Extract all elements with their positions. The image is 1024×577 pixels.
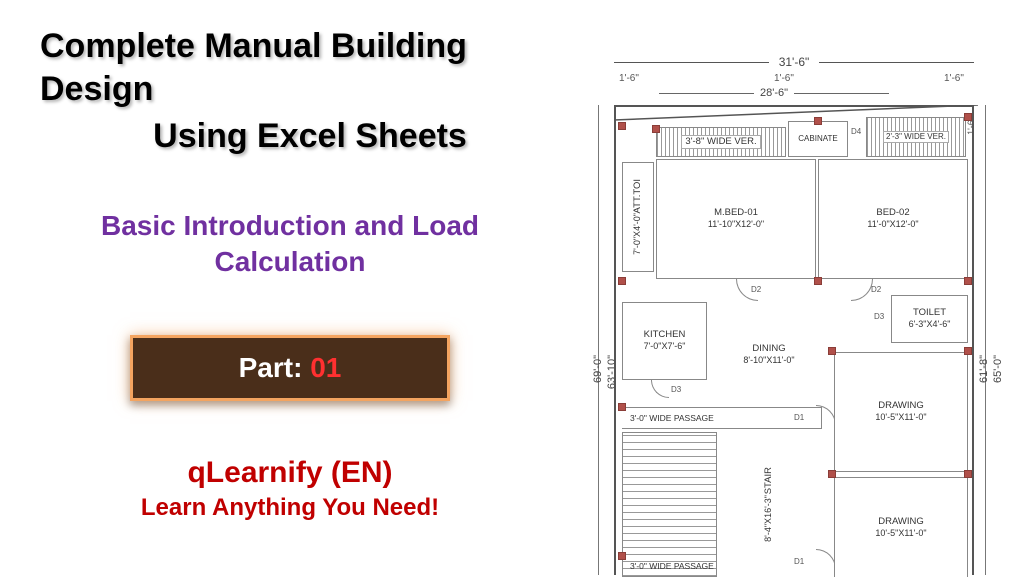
room-dining: DINING 8'-10"X11'-0" (709, 302, 829, 407)
right-dim-line (985, 105, 986, 575)
toilet-dim: 6'-3"X4'-6" (909, 319, 951, 330)
plan-frame: 3'-8" WIDE VER. CABINATE 2'-3" WIDE VER.… (614, 105, 974, 575)
ver1-label: 3'-8" WIDE VER. (681, 135, 760, 149)
room-kitchen: KITCHEN 7'-0"X7'-6" (622, 302, 707, 380)
column (814, 117, 822, 125)
room-drawing-2: DRAWING 10'-5"X11'-0" (834, 477, 968, 577)
kitchen-name: KITCHEN (644, 329, 686, 341)
room-stair-label: STAIR 8'-4"X16'-3" (719, 432, 819, 577)
toilet-name: TOILET (913, 307, 946, 319)
drawing1-dim: 10'-5"X11'-0" (875, 412, 926, 423)
door-d2-b: D2 (871, 285, 881, 294)
door-arc-d1a (816, 405, 836, 425)
column (652, 125, 660, 133)
brand-name: qLearnify (EN) (40, 456, 540, 490)
brand-tagline: Learn Anything You Need! (40, 494, 540, 522)
room-mbed01: M.BED-01 11'-10"X12'-0" (656, 159, 816, 279)
main-title-line2: Using Excel Sheets (40, 115, 540, 158)
dining-name: DINING (752, 343, 785, 355)
kitchen-dim: 7'-0"X7'-6" (644, 341, 686, 352)
dim-left-outer: 69'-0" (592, 355, 604, 383)
dining-dim: 8'-10"X11'-0" (743, 355, 794, 366)
door-d3-b: D3 (874, 312, 884, 321)
door-arc-2 (851, 279, 873, 301)
column (964, 470, 972, 478)
column (964, 347, 972, 355)
room-drawing-1: DRAWING 10'-5"X11'-0" (834, 352, 968, 472)
ver2-label: 2'-3" WIDE VER. (883, 131, 949, 143)
part-badge: Part: 01 (130, 335, 450, 401)
dim-seg-left: 1'-6" (619, 73, 639, 84)
dim-seg-mid: 1'-6" (774, 73, 794, 84)
passage1-label: 3'-0" WIDE PASSAGE (630, 413, 714, 424)
drawing1-name: DRAWING (878, 400, 924, 412)
bed02-dim: 11'-0"X12'-0" (867, 219, 918, 230)
dim-right-inner: 61'-8" (978, 355, 990, 383)
part-number: 01 (310, 352, 341, 383)
room-cabinate: CABINATE (788, 121, 848, 157)
column (618, 403, 626, 411)
door-d3-a: D3 (671, 385, 681, 394)
door-arc-1 (736, 279, 758, 301)
passage2-label: 3'-0" WIDE PASSAGE (630, 561, 714, 571)
column (618, 552, 626, 560)
drawing2-dim: 10'-5"X11'-0" (875, 528, 926, 539)
bed02-name: BED-02 (876, 207, 909, 219)
room-verandah-2: 2'-3" WIDE VER. (866, 117, 966, 157)
door-arc-kitchen (651, 380, 669, 398)
room-bed02: BED-02 11'-0"X12'-0" (818, 159, 968, 279)
main-title-line1: Complete Manual Building Design (40, 25, 540, 110)
left-dim-line (598, 105, 599, 575)
room-verandah-1: 3'-8" WIDE VER. (656, 127, 786, 157)
door-d4-a: D4 (851, 127, 861, 136)
column (964, 113, 972, 121)
dim-inner-width: 28'-6" (659, 87, 889, 99)
door-arc-d1b (816, 549, 836, 569)
column (828, 470, 836, 478)
column (828, 347, 836, 355)
mbed01-dim: 11'-10"X12'-0" (708, 219, 764, 230)
drawing2-name: DRAWING (878, 516, 924, 528)
room-stair-steps (622, 432, 717, 577)
floor-plan: 31'-6" 1'-6" 1'-6" 1'-6" 28'-6" 69'-0" 6… (564, 45, 1014, 575)
door-d1-b: D1 (794, 557, 804, 566)
part-label: Part: (239, 352, 311, 383)
att-toi-dim: 7'-0"X4'-0" (632, 213, 643, 255)
column (618, 277, 626, 285)
stair-name: STAIR (763, 467, 775, 494)
cabinate-label: CABINATE (798, 134, 837, 144)
room-passage-1: 3'-0" WIDE PASSAGE (622, 407, 822, 429)
mbed01-name: M.BED-01 (714, 207, 758, 219)
room-toilet: TOILET 6'-3"X4'-6" (891, 295, 968, 343)
dim-overall-width: 31'-6" (614, 55, 974, 69)
column (814, 277, 822, 285)
stair-dim: 8'-4"X16'-3" (763, 495, 774, 542)
room-att-toi: ATT.TOI 7'-0"X4'-0" (622, 162, 654, 272)
door-d1-a: D1 (794, 413, 804, 422)
dim-right-outer: 65'-0" (992, 355, 1004, 383)
att-toi-name: ATT.TOI (632, 179, 644, 213)
subtitle: Basic Introduction and Load Calculation (40, 208, 540, 281)
brand-block: qLearnify (EN) Learn Anything You Need! (40, 456, 540, 522)
dim-seg-right: 1'-6" (944, 73, 964, 84)
column (964, 277, 972, 285)
column (618, 122, 626, 130)
